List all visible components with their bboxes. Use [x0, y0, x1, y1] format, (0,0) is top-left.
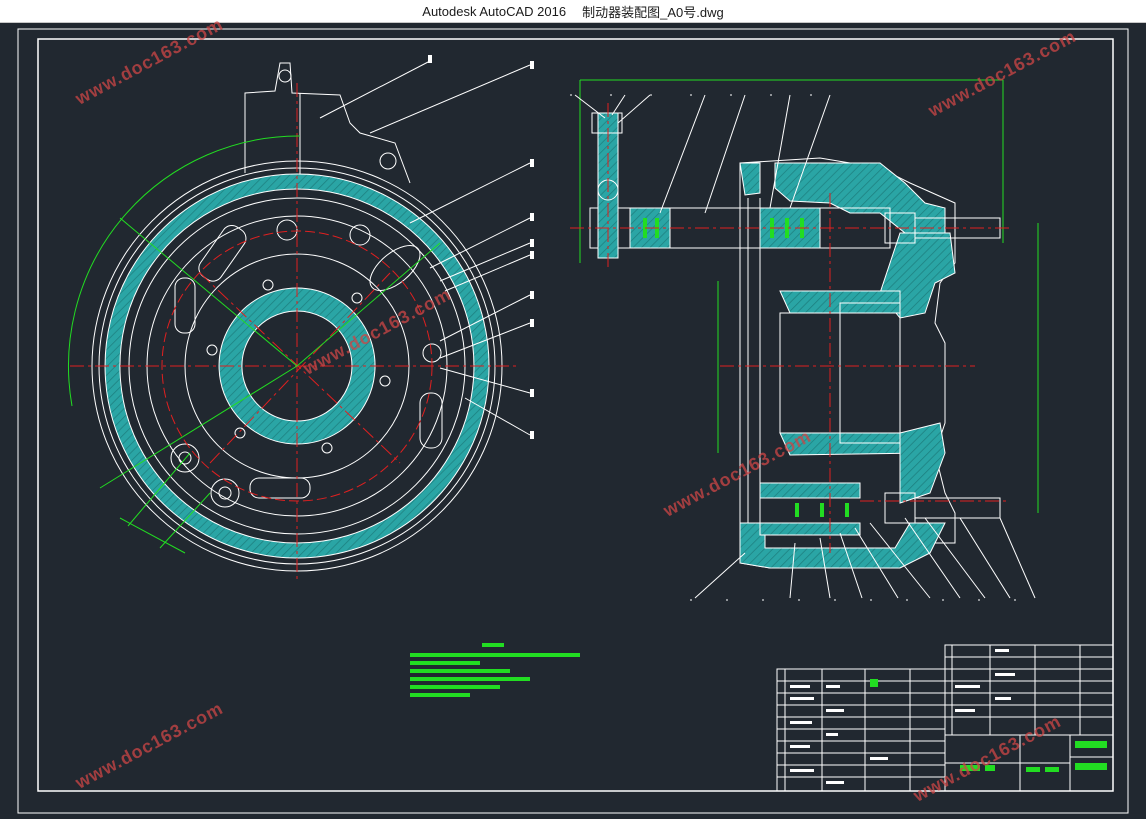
- drawing-svg[interactable]: [0, 23, 1146, 819]
- section-view: [570, 79, 1040, 601]
- front-view: [68, 55, 534, 583]
- outer-frame: [17, 28, 1129, 814]
- window-title-file: 制动器装配图_A0号.dwg: [582, 4, 724, 20]
- drawing-canvas[interactable]: www.doc163.com www.doc163.com www.doc163…: [0, 14, 1146, 819]
- technical-notes: [410, 643, 580, 697]
- window-title-bar: Autodesk AutoCAD 2016 制动器装配图_A0号.dwg: [0, 0, 1146, 23]
- window-title-app: Autodesk AutoCAD 2016: [422, 3, 567, 19]
